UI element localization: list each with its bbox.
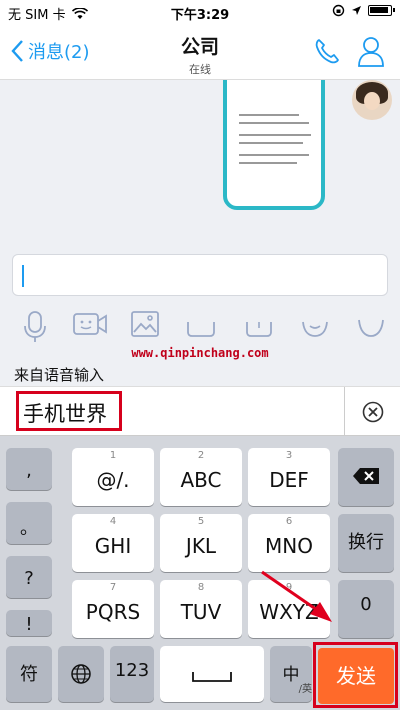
- key-9[interactable]: 9 WXYZ: [248, 580, 330, 638]
- battery-icon: [368, 5, 395, 16]
- contact-profile-icon[interactable]: [356, 34, 386, 68]
- space-icon: [192, 672, 232, 682]
- symbol-key[interactable]: 符: [6, 646, 52, 702]
- key-2[interactable]: 2 ABC: [160, 448, 242, 506]
- voice-input-label: 来自语音输入: [14, 366, 105, 384]
- globe-key[interactable]: [58, 646, 104, 702]
- key-question[interactable]: ?: [6, 556, 52, 598]
- candidate-word[interactable]: 手机世界: [16, 391, 122, 431]
- emoji-icon[interactable]: [300, 316, 330, 338]
- message-input[interactable]: [12, 254, 388, 296]
- candidate-bar: 手机世界: [0, 386, 400, 437]
- more-options-icon[interactable]: [356, 316, 386, 338]
- chat-header: 消息(2) 公司 在线: [0, 24, 400, 80]
- newline-key[interactable]: 换行: [338, 514, 394, 572]
- video-call-icon[interactable]: [72, 310, 108, 340]
- camera-icon[interactable]: [186, 318, 216, 338]
- send-button[interactable]: 发送: [318, 648, 394, 704]
- key-1[interactable]: 1 @/.: [72, 448, 154, 506]
- clear-icon[interactable]: [362, 401, 384, 423]
- key-7[interactable]: 7 PQRS: [72, 580, 154, 638]
- key-exclamation[interactable]: !: [6, 610, 52, 636]
- watermark: www.qinpinchang.com: [131, 346, 269, 360]
- language-toggle-key[interactable]: 中 /英: [270, 646, 312, 702]
- screenshot-message-image[interactable]: [223, 80, 325, 210]
- key-4[interactable]: 4 GHI: [72, 514, 154, 572]
- key-0[interactable]: 0: [338, 580, 394, 638]
- rotation-lock-icon: [332, 4, 345, 17]
- backspace-key[interactable]: [338, 448, 394, 506]
- key-3[interactable]: 3 DEF: [248, 448, 330, 506]
- numbers-key[interactable]: 123: [110, 646, 154, 702]
- chat-toolbar: [0, 304, 400, 350]
- key-5[interactable]: 5 JKL: [160, 514, 242, 572]
- divider: [344, 387, 345, 437]
- image-picker-icon[interactable]: [130, 310, 160, 338]
- lang-sub-label: /英: [298, 684, 312, 695]
- status-bar: 无 SIM 卡 下午3:29: [0, 0, 400, 24]
- backspace-icon: [353, 468, 379, 484]
- phone-call-icon[interactable]: [312, 36, 342, 66]
- avatar[interactable]: [352, 80, 392, 120]
- chat-area: [0, 80, 400, 248]
- key-comma[interactable]: ,: [6, 448, 52, 490]
- globe-icon: [71, 664, 91, 684]
- red-packet-icon[interactable]: [244, 318, 274, 338]
- key-6[interactable]: 6 MNO: [248, 514, 330, 572]
- microphone-icon[interactable]: [22, 310, 48, 344]
- key-period[interactable]: 。: [6, 502, 52, 544]
- key-8[interactable]: 8 TUV: [160, 580, 242, 638]
- text-cursor: [22, 265, 24, 287]
- space-key[interactable]: [160, 646, 264, 702]
- location-icon: [352, 6, 361, 15]
